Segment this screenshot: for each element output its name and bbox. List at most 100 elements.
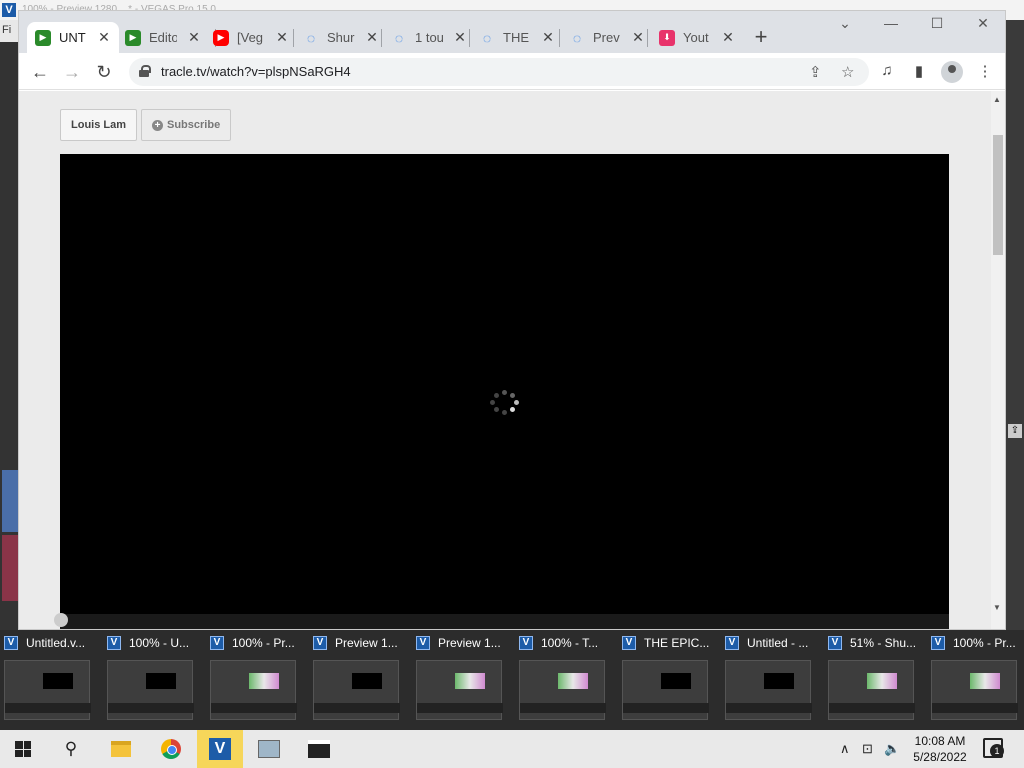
tab-unt[interactable]: ▶ UNT ✕ bbox=[27, 22, 119, 53]
task-view-header: V Preview 1... bbox=[416, 636, 510, 650]
task-view-header: V Untitled - ... bbox=[725, 636, 819, 650]
close-icon[interactable]: ✕ bbox=[275, 29, 289, 46]
profile-avatar[interactable] bbox=[941, 61, 963, 83]
task-view-thumbnail[interactable] bbox=[622, 660, 709, 720]
task-view-item[interactable]: V Preview 1... bbox=[412, 630, 512, 726]
vegas-taskbar-button[interactable]: V bbox=[197, 730, 243, 768]
task-view-label: THE EPIC... bbox=[644, 636, 710, 650]
close-icon[interactable]: ✕ bbox=[365, 29, 379, 46]
task-view-thumbnail[interactable] bbox=[313, 660, 400, 720]
address-bar[interactable]: tracle.tv/watch?v=plspNSaRGH4 ⇪ ☆ bbox=[129, 58, 869, 86]
thumbnail-preview bbox=[867, 673, 897, 689]
task-view-item[interactable]: V 100% - U... bbox=[103, 630, 203, 726]
image-app-button[interactable] bbox=[246, 730, 292, 768]
minimize-button[interactable]: — bbox=[881, 15, 901, 31]
close-icon[interactable]: ✕ bbox=[541, 29, 555, 46]
new-tab-button[interactable]: + bbox=[749, 24, 773, 50]
forward-button[interactable]: → bbox=[61, 61, 83, 83]
task-view-thumbnail[interactable] bbox=[210, 660, 297, 720]
task-view-thumbnail[interactable] bbox=[931, 660, 1018, 720]
network-icon[interactable]: ⊡ bbox=[862, 741, 873, 757]
tab-1-tou[interactable]: ◌ 1 tou ✕ bbox=[383, 22, 475, 53]
taskbar-preview-strip: V Untitled.v... V 100% - U... V 100% - Pr... V… bbox=[0, 630, 1024, 730]
scroll-down-arrow-icon[interactable]: ▼ bbox=[993, 603, 1001, 612]
task-view-header: V 100% - U... bbox=[107, 636, 201, 650]
scrollbar-thumb[interactable] bbox=[993, 135, 1003, 255]
vegas-track-1[interactable] bbox=[2, 470, 18, 532]
browser-toolbar: ← → ↻ tracle.tv/watch?v=plspNSaRGH4 ⇪ ☆ … bbox=[19, 53, 1005, 90]
tab-edito[interactable]: ▶ Edito ✕ bbox=[117, 22, 209, 53]
url-text[interactable]: tracle.tv/watch?v=plspNSaRGH4 bbox=[161, 64, 351, 79]
reload-button[interactable]: ↻ bbox=[93, 61, 115, 83]
tab-search-button[interactable]: ⌄ bbox=[835, 15, 855, 32]
thumbnail-preview bbox=[249, 673, 279, 689]
subscribe-button[interactable]: + Subscribe bbox=[141, 109, 232, 141]
task-view-item[interactable]: V Untitled.v... bbox=[0, 630, 100, 726]
task-view-thumbnail[interactable] bbox=[519, 660, 606, 720]
video-player[interactable] bbox=[54, 154, 949, 629]
vegas-side-button[interactable]: ⇪ bbox=[1008, 424, 1022, 438]
clock[interactable]: 10:08 AM 5/28/2022 bbox=[905, 733, 975, 765]
vegas-icon: V bbox=[725, 636, 739, 650]
file-explorer-button[interactable] bbox=[98, 730, 144, 768]
task-view-label: Untitled - ... bbox=[747, 636, 809, 650]
task-view-label: 51% - Shu... bbox=[850, 636, 917, 650]
thumbnail-preview bbox=[43, 673, 73, 689]
start-button[interactable] bbox=[0, 730, 46, 768]
thumbnail-preview bbox=[455, 673, 485, 689]
share-icon[interactable]: ⇪ bbox=[809, 63, 822, 81]
menu-icon[interactable]: ⋮ bbox=[975, 62, 995, 80]
tab-label: Prev bbox=[593, 30, 620, 45]
channel-button[interactable]: Louis Lam bbox=[60, 109, 138, 141]
task-view-thumbnail[interactable] bbox=[4, 660, 91, 720]
scrubber-handle[interactable] bbox=[54, 613, 68, 627]
task-view-item[interactable]: V Untitled - ... bbox=[721, 630, 821, 726]
vegas-logo-icon: V bbox=[2, 3, 16, 17]
side-panel-icon[interactable]: ▮ bbox=[909, 62, 929, 80]
back-button[interactable]: ← bbox=[29, 61, 51, 83]
close-icon[interactable]: ✕ bbox=[97, 29, 111, 46]
tab-prev[interactable]: ◌ Prev ✕ bbox=[561, 22, 653, 53]
task-view-item[interactable]: V 100% - T... bbox=[515, 630, 615, 726]
window-close-button[interactable]: ✕ bbox=[973, 15, 993, 32]
close-icon[interactable]: ✕ bbox=[453, 29, 467, 46]
volume-icon[interactable]: 🔈 bbox=[884, 741, 900, 757]
task-view-item[interactable]: V 100% - Pr... bbox=[927, 630, 1024, 726]
play-icon: ▶ bbox=[125, 29, 141, 46]
bookmark-star-icon[interactable]: ☆ bbox=[841, 63, 854, 81]
thumbnail-preview bbox=[970, 673, 1000, 689]
chrome-taskbar-button[interactable] bbox=[148, 730, 194, 768]
video-progress-bar[interactable] bbox=[54, 613, 949, 629]
chevron-up-icon[interactable]: ∧ bbox=[840, 741, 850, 757]
lock-icon[interactable] bbox=[139, 65, 151, 77]
media-control-icon[interactable]: ♫ bbox=[877, 62, 897, 79]
task-view-item[interactable]: V Preview 1... bbox=[309, 630, 409, 726]
maximize-button[interactable]: ☐ bbox=[927, 15, 947, 32]
task-view-label: 100% - T... bbox=[541, 636, 599, 650]
scroll-up-arrow-icon[interactable]: ▲ bbox=[993, 95, 1001, 104]
task-view-item[interactable]: V 100% - Pr... bbox=[206, 630, 306, 726]
task-view-thumbnail[interactable] bbox=[828, 660, 915, 720]
close-icon[interactable]: ✕ bbox=[187, 29, 201, 46]
tab-shur[interactable]: ◌ Shur ✕ bbox=[295, 22, 387, 53]
task-view-item[interactable]: V 51% - Shu... bbox=[824, 630, 924, 726]
thumbnail-preview bbox=[558, 673, 588, 689]
task-view-thumbnail[interactable] bbox=[416, 660, 503, 720]
windows-taskbar: ⚲ V ∧ ⊡ 🔈 10:08 AM 5/28/2022 1 bbox=[0, 730, 1024, 768]
tab-vegas[interactable]: ▶ [Veg ✕ bbox=[205, 22, 297, 53]
video-editor-button[interactable] bbox=[296, 730, 342, 768]
thumbnail-preview bbox=[764, 673, 794, 689]
page-scrollbar[interactable]: ▲ ▼ bbox=[991, 91, 1005, 629]
vegas-menu-file[interactable]: Fi bbox=[0, 20, 18, 42]
close-icon[interactable]: ✕ bbox=[721, 29, 735, 46]
page-content: Louis Lam + Subscribe bbox=[19, 91, 991, 629]
thumbnail-timeline bbox=[726, 703, 812, 713]
task-view-item[interactable]: V THE EPIC... bbox=[618, 630, 718, 726]
vegas-track-2[interactable] bbox=[2, 535, 18, 601]
tab-the[interactable]: ◌ THE ✕ bbox=[471, 22, 563, 53]
tab-yout[interactable]: ⬇ Yout ✕ bbox=[651, 22, 743, 53]
search-button[interactable]: ⚲ bbox=[48, 730, 94, 768]
task-view-thumbnail[interactable] bbox=[725, 660, 812, 720]
task-view-thumbnail[interactable] bbox=[107, 660, 194, 720]
close-icon[interactable]: ✕ bbox=[631, 29, 645, 46]
